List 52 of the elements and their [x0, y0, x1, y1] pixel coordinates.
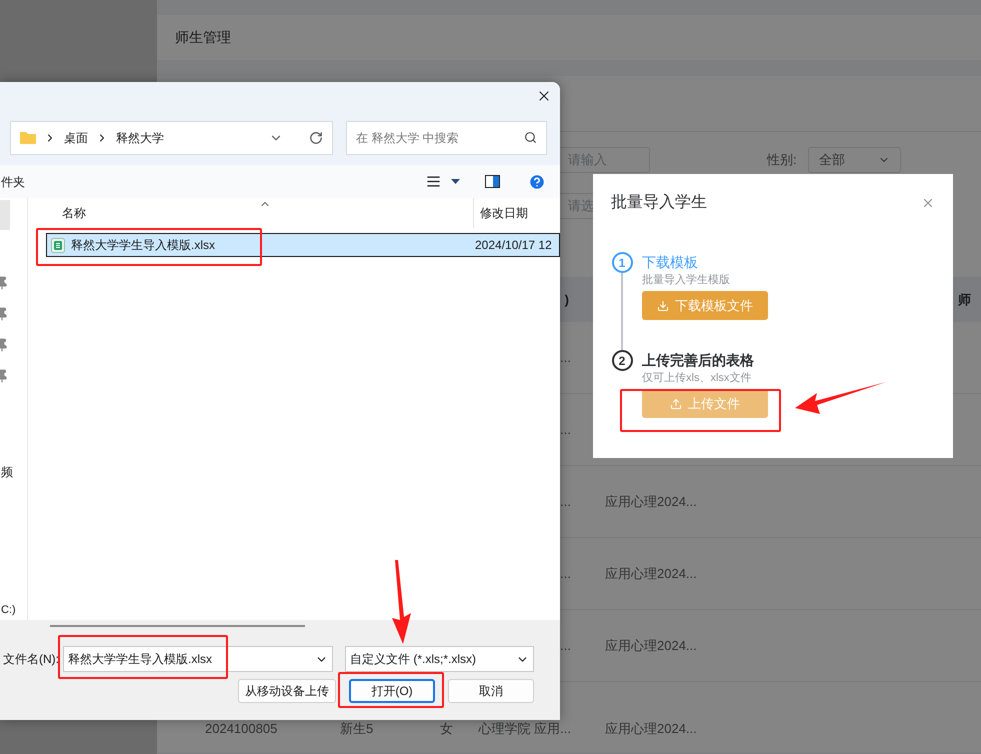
- column-header: 师: [957, 290, 971, 309]
- folder-icon: [20, 131, 36, 144]
- table-cell: 应用心理2024...: [605, 721, 697, 736]
- step-number: 2: [612, 350, 632, 371]
- breadcrumb-item[interactable]: 桌面: [64, 128, 88, 146]
- table-cell: 应用心理2024...: [605, 638, 697, 653]
- table-cell: ...: [560, 422, 571, 437]
- view-icon[interactable]: [426, 174, 441, 189]
- step-description: 仅可上传xls、xlsx文件: [642, 372, 752, 385]
- table-cell: 应用心理2024...: [605, 566, 697, 581]
- spreadsheet-icon: [51, 238, 65, 252]
- step-description: 批量导入学生模版: [642, 274, 730, 287]
- dialog-title: 批量导入学生: [611, 192, 707, 213]
- download-icon: [657, 300, 669, 312]
- preview-pane-icon[interactable]: [485, 175, 500, 188]
- search-field[interactable]: 在 释然大学 中搜索: [346, 120, 547, 154]
- nav-item[interactable]: 频: [1, 463, 27, 481]
- dialog-button[interactable]: 取消: [448, 679, 534, 703]
- refresh-icon[interactable]: [309, 130, 323, 144]
- dialog-button[interactable]: 打开(O): [349, 679, 435, 703]
- breadcrumb-item[interactable]: 释然大学: [116, 128, 164, 146]
- step-title: 上传完善后的表格: [642, 351, 754, 370]
- step-number: 1: [612, 252, 632, 273]
- file-date: 2024/10/17 12: [475, 237, 552, 254]
- table-cell: 2024100805: [205, 721, 278, 736]
- filename-field[interactable]: 释然大学学生导入模版.xlsx: [63, 646, 333, 672]
- table-cell: 新生5: [340, 721, 374, 736]
- filter-label: 性别:: [767, 151, 798, 170]
- step-title: 下载模板: [642, 253, 698, 272]
- address-bar[interactable]: 桌面 释然大学: [10, 120, 333, 154]
- column-header: ): [564, 290, 570, 309]
- table-cell: 女: [440, 721, 453, 736]
- table-cell: ...: [560, 494, 571, 509]
- dialog-button[interactable]: 从移动设备上传: [238, 679, 336, 703]
- table-cell: ...: [560, 638, 571, 653]
- file-row[interactable]: 释然大学学生导入模版.xlsx 2024/10/17 12: [46, 233, 560, 257]
- table-cell: 应用心理2024...: [605, 494, 697, 509]
- table-cell: ...: [560, 566, 571, 581]
- nav-item[interactable]: C:): [1, 602, 27, 618]
- filename-label: 文件名(N):: [3, 651, 60, 668]
- file-name: 释然大学学生导入模版.xlsx: [71, 237, 216, 254]
- search-icon: [524, 131, 537, 144]
- upload-icon: [670, 398, 682, 410]
- column-header[interactable]: 名称: [28, 204, 473, 222]
- help-icon[interactable]: [528, 172, 546, 190]
- table-cell: 心理学院 应用...: [478, 721, 571, 736]
- filetype-select[interactable]: 自定义文件 (*.xls;*.xlsx): [345, 646, 534, 672]
- page-title: 师生管理: [175, 28, 231, 47]
- table-cell: ...: [560, 350, 571, 365]
- column-header[interactable]: 修改日期: [473, 198, 528, 228]
- caret-icon[interactable]: [451, 179, 460, 184]
- new-folder-label[interactable]: 件夹: [1, 172, 25, 190]
